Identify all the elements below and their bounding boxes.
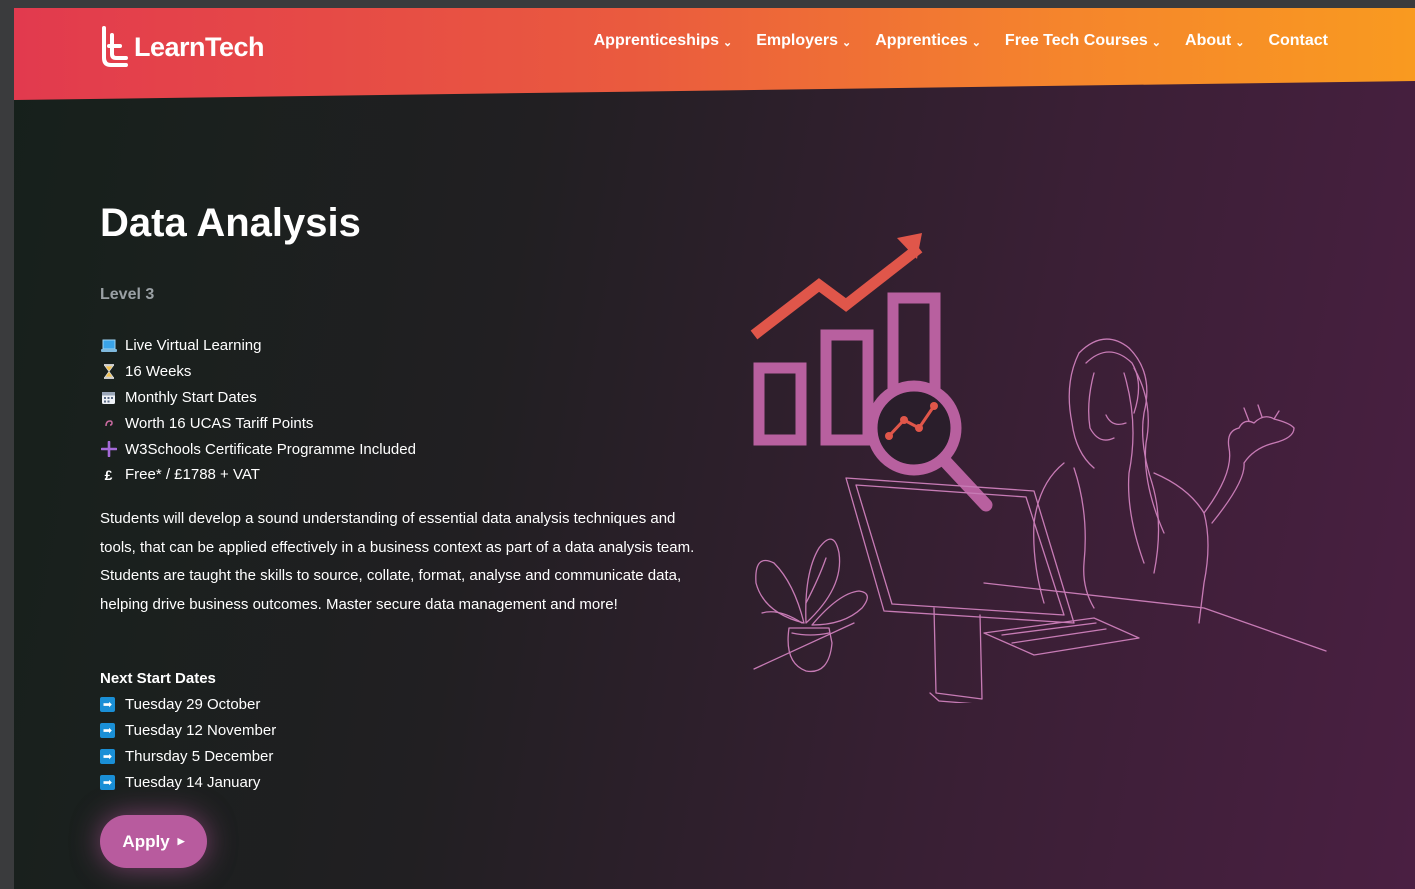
course-level: Level 3 (100, 286, 155, 303)
laptop-icon (100, 339, 117, 353)
feature-label: W3Schools Certificate Programme Included (125, 440, 416, 458)
main-nav: Apprenticeships ⌄ Employers ⌄ Apprentice… (594, 32, 1328, 50)
feature-label: Free* / £1788 + VAT (125, 466, 260, 484)
chevron-down-icon: ⌄ (1151, 36, 1162, 49)
feature-label: Live Virtual Learning (125, 337, 262, 355)
start-date-label: Tuesday 29 October (125, 696, 261, 714)
feature-item: Live Virtual Learning (100, 333, 416, 359)
next-start-dates-title: Next Start Dates (100, 670, 216, 687)
nav-label: Contact (1268, 32, 1328, 49)
feature-label: 16 Weeks (125, 363, 192, 381)
plus-icon (100, 441, 117, 458)
start-date-label: Thursday 5 December (125, 747, 274, 765)
hourglass-icon (100, 364, 117, 380)
start-date-item: ➡ Tuesday 29 October (100, 692, 276, 718)
nav-apprenticeships[interactable]: Apprenticeships ⌄ (594, 32, 733, 50)
chevron-down-icon: ⌄ (842, 36, 852, 49)
chevron-down-icon: ⌄ (722, 36, 733, 49)
calendar-icon (100, 390, 117, 405)
arrow-right-icon: ➡ (100, 748, 115, 764)
nav-employers[interactable]: Employers ⌄ (756, 32, 851, 50)
start-date-item: ➡ Thursday 5 December (100, 744, 276, 770)
pound-icon: £ (104, 466, 113, 483)
start-date-label: Tuesday 14 January (125, 773, 261, 791)
feature-item: Monthly Start Dates (100, 385, 416, 411)
nav-free-tech-courses[interactable]: Free Tech Courses ⌄ (1005, 32, 1161, 50)
apply-button[interactable]: Apply ▶ (100, 815, 207, 868)
page: LearnTech Apprenticeships ⌄ Employers ⌄ … (14, 8, 1415, 889)
course-description: Students will develop a sound understand… (100, 510, 695, 614)
feature-item: Worth 16 UCAS Tariff Points (100, 410, 416, 436)
nav-label: Free Tech Courses (1004, 32, 1148, 49)
feature-item: 16 Weeks (100, 359, 416, 385)
logo[interactable]: LearnTech (100, 26, 265, 68)
page-title: Data Analysis (100, 201, 361, 245)
caret-right-icon: ▶ (177, 836, 185, 846)
arrow-right-icon: ➡ (100, 774, 115, 790)
nav-apprentices[interactable]: Apprentices ⌄ (875, 32, 981, 50)
data-analysis-illustration (750, 233, 1327, 703)
site-header: LearnTech Apprenticeships ⌄ Employers ⌄ … (14, 8, 1415, 100)
spiral-icon (100, 417, 117, 429)
apply-label: Apply (122, 831, 170, 851)
nav-about[interactable]: About ⌄ (1185, 32, 1244, 50)
nav-label: Apprenticeships (593, 32, 719, 49)
arrow-right-icon: ➡ (100, 697, 115, 713)
woman-at-desk-line-art (753, 338, 1327, 703)
nav-contact[interactable]: Contact (1268, 32, 1328, 50)
feature-label: Monthly Start Dates (125, 388, 257, 406)
logo-mark-icon (102, 26, 128, 67)
start-date-item: ➡ Tuesday 12 November (100, 718, 276, 744)
feature-label: Worth 16 UCAS Tariff Points (125, 414, 314, 432)
arrow-right-icon: ➡ (100, 723, 115, 739)
logo-text: LearnTech (134, 31, 265, 62)
nav-label: Employers (756, 32, 839, 49)
nav-label: About (1185, 32, 1232, 49)
feature-list: Live Virtual Learning 16 Weeks Monthly S… (100, 333, 416, 488)
start-date-list: ➡ Tuesday 29 October ➡ Tuesday 12 Novemb… (100, 692, 276, 795)
start-date-item: ➡ Tuesday 14 January (100, 769, 276, 795)
nav-label: Apprentices (875, 32, 968, 49)
chevron-down-icon: ⌄ (1235, 36, 1245, 49)
chevron-down-icon: ⌄ (971, 36, 981, 49)
feature-item: W3Schools Certificate Programme Included (100, 436, 416, 462)
start-date-label: Tuesday 12 November (125, 722, 277, 740)
feature-item: £ Free* / £1788 + VAT (100, 462, 416, 488)
